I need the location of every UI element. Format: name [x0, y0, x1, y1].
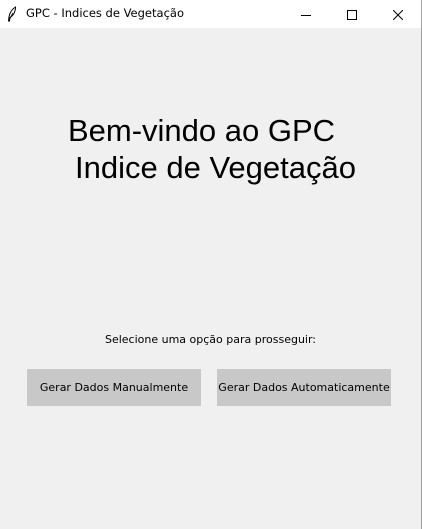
welcome-heading: Bem-vindo ao GPC Indice de Vegetação — [0, 112, 421, 186]
title-bar[interactable]: GPC - Indices de Vegetação — [0, 0, 421, 28]
welcome-heading-line1: Bem-vindo ao GPC — [67, 113, 336, 148]
generate-auto-button[interactable]: Gerar Dados Automaticamente — [217, 369, 391, 406]
option-prompt: Selecione uma opção para prosseguir: — [104, 333, 317, 346]
maximize-icon — [347, 5, 357, 24]
minimize-button[interactable] — [283, 0, 329, 28]
window-title: GPC - Indices de Vegetação — [26, 6, 184, 20]
minimize-icon — [301, 5, 311, 24]
generate-manual-button[interactable]: Gerar Dados Manualmente — [27, 369, 201, 406]
app-window: GPC - Indices de Vegetação Bem-vindo ao … — [0, 0, 422, 529]
maximize-button[interactable] — [329, 0, 375, 28]
feather-icon — [7, 6, 17, 22]
close-icon — [392, 5, 404, 24]
close-button[interactable] — [375, 0, 421, 28]
welcome-heading-line2: Indice de Vegetação — [75, 150, 356, 185]
